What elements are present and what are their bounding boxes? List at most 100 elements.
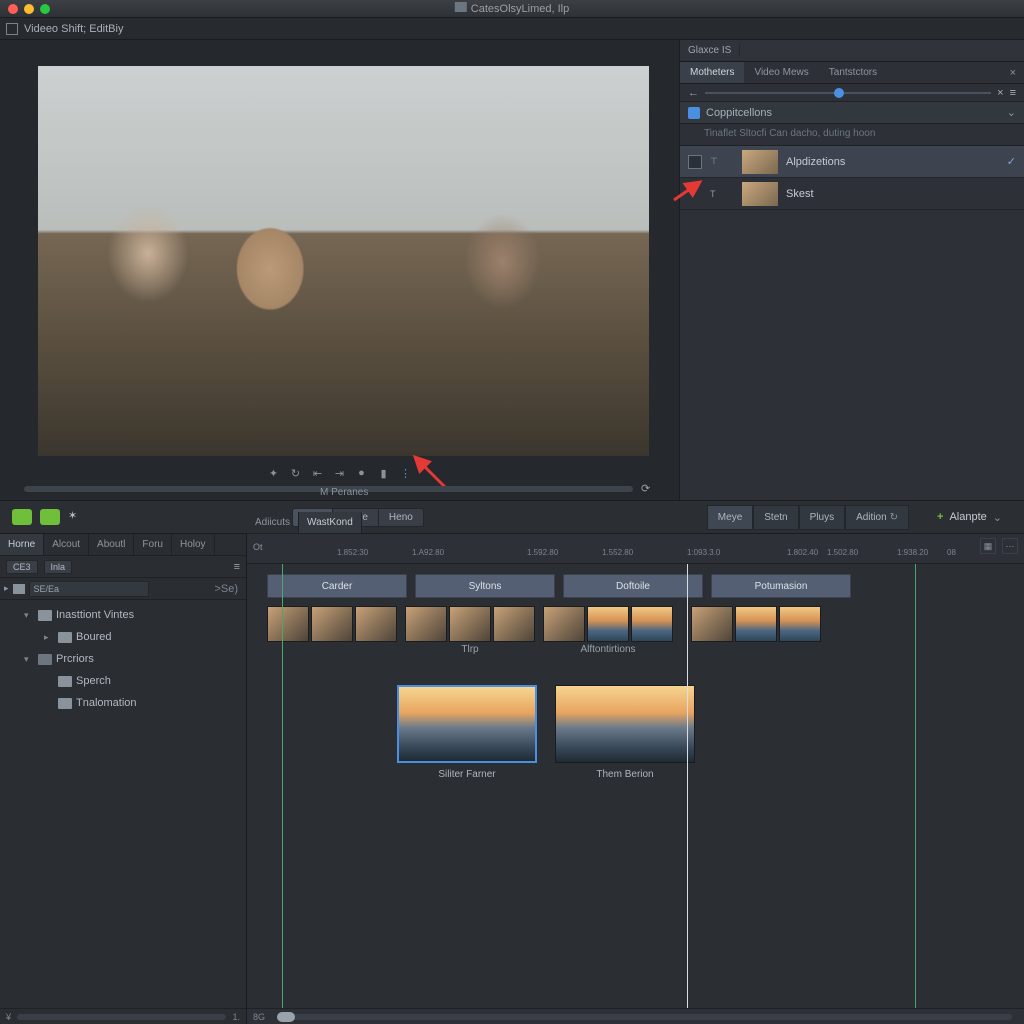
- clip-list-row[interactable]: ⊤ Alpdizetions ✓: [680, 146, 1024, 178]
- ltab-4[interactable]: Foru: [134, 534, 172, 555]
- traffic-lights: [0, 4, 50, 14]
- ttab-2[interactable]: WastKond: [299, 512, 362, 533]
- tool-in-icon[interactable]: ⇤: [312, 467, 324, 479]
- seg-3[interactable]: Heno: [379, 509, 423, 526]
- tree-item[interactable]: Tnalomation: [0, 692, 246, 714]
- clip-group[interactable]: [691, 606, 821, 642]
- tree-item[interactable]: ▾Prcriors: [0, 648, 246, 670]
- clip-group[interactable]: [543, 606, 673, 642]
- side-tab-2[interactable]: Video Mews: [744, 62, 818, 83]
- folder-icon: [58, 698, 72, 709]
- video-preview[interactable]: [38, 66, 649, 456]
- folder-icon: [13, 584, 25, 594]
- rtab-3[interactable]: Pluys: [799, 505, 845, 530]
- refresh-icon[interactable]: ↻: [890, 512, 898, 523]
- chevron-down-icon[interactable]: ⌄: [1007, 106, 1016, 119]
- panel-hint: Tinaflet Sltocfi Can dacho, duting hoon: [680, 124, 1024, 146]
- ruler-opt-2[interactable]: ⋯: [1002, 538, 1018, 554]
- tree-item[interactable]: ▸Boured: [0, 626, 246, 648]
- rtab-2[interactable]: Stetn: [753, 505, 798, 530]
- footer-scroll[interactable]: [17, 1014, 226, 1020]
- tree-item[interactable]: Sperch: [0, 670, 246, 692]
- chip-2[interactable]: Inla: [44, 560, 73, 574]
- timeline-pane: Adiicuts WastKond Ot 1.852:30 1.A92.80 1…: [247, 534, 1024, 1024]
- bin-item[interactable]: Syltons: [415, 574, 555, 598]
- bin-item[interactable]: Carder: [267, 574, 407, 598]
- clip-list-row[interactable]: T Skest: [680, 178, 1024, 210]
- preview-toolbar: ✦ ↻ ⇤ ⇥ ● ▮ ⋮: [0, 462, 679, 484]
- document-bar: Videeo Shift; EditBiy: [0, 18, 1024, 40]
- slider-thumb[interactable]: [834, 88, 844, 98]
- chip-1[interactable]: CE3: [6, 560, 38, 574]
- tool-settings-icon[interactable]: ⋮: [400, 467, 412, 479]
- clip-thumbnail: [742, 182, 778, 206]
- tool-out-icon[interactable]: ⇥: [334, 467, 346, 479]
- folder-icon: [38, 610, 52, 621]
- tool-tag-icon[interactable]: ●: [356, 467, 368, 479]
- bin-item[interactable]: Doftoile: [563, 574, 703, 598]
- side-mini-tab[interactable]: Glaxce IS: [680, 45, 740, 56]
- tool-cut-icon[interactable]: ▮: [378, 467, 390, 479]
- side-slider[interactable]: [705, 92, 991, 94]
- side-slider-more-icon[interactable]: ≡: [1010, 87, 1016, 99]
- mframes-label: M Peranes: [320, 487, 368, 498]
- ruler-opt-1[interactable]: ▦: [980, 538, 996, 554]
- panel-header[interactable]: Coppitcellons ⌄: [680, 102, 1024, 124]
- folder-icon: [58, 676, 72, 687]
- ltab-5[interactable]: Holoy: [172, 534, 215, 555]
- tool-loop-icon[interactable]: ↻: [290, 467, 302, 479]
- thumbnail-card[interactable]: Siliter Farner: [397, 685, 537, 780]
- add-button[interactable]: + Alanpte ⌄: [927, 505, 1012, 530]
- bin-item[interactable]: Potumasion: [711, 574, 851, 598]
- scrub-end-icon[interactable]: ⟳: [641, 482, 655, 496]
- thumbnail-caption: Them Berion: [555, 769, 695, 780]
- chevron-down-icon[interactable]: ⌄: [993, 511, 1002, 524]
- menu-icon[interactable]: ≡: [234, 561, 240, 573]
- thumbnail-card[interactable]: Them Berion: [555, 685, 695, 780]
- rtab-1[interactable]: Meye: [707, 505, 753, 530]
- thumbnail-image: [555, 685, 695, 763]
- zoom-window-button[interactable]: [40, 4, 50, 14]
- record-button-2[interactable]: [40, 509, 60, 525]
- panel-header-icon: [688, 107, 700, 119]
- ltab-1[interactable]: Horne: [0, 534, 44, 555]
- clips-row: Tlrp Alftontirtions: [267, 606, 1004, 655]
- clip-group[interactable]: [405, 606, 535, 642]
- preview-pane: ✦ ↻ ⇤ ⇥ ● ▮ ⋮ ⟳: [0, 40, 680, 500]
- side-tab-1[interactable]: Motheters: [680, 62, 744, 83]
- playhead[interactable]: [687, 564, 688, 1024]
- close-window-button[interactable]: [8, 4, 18, 14]
- browser-pane: Horne Alcout Aboutl Foru Holoy CE3 Inla …: [0, 534, 247, 1024]
- rtab-4[interactable]: Adition↻: [845, 505, 909, 530]
- ruler-options: ▦ ⋯: [980, 538, 1018, 554]
- clip-group[interactable]: [267, 606, 397, 642]
- thumbnail-image: [397, 685, 537, 763]
- clip-toggle-icon[interactable]: T: [710, 189, 720, 199]
- scroll-thumb[interactable]: [277, 1012, 295, 1022]
- side-back-icon[interactable]: ←: [688, 87, 699, 99]
- record-button[interactable]: [12, 509, 32, 525]
- playhead-start[interactable]: [282, 564, 283, 1024]
- timeline-ruler[interactable]: Ot 1.852:30 1.A92.80 1.592.80 1.552.80 1…: [247, 534, 1024, 564]
- side-slider-close-icon[interactable]: ×: [997, 87, 1003, 99]
- tree-item[interactable]: ▾Inasttiont Vintes: [0, 604, 246, 626]
- timeline-scrollbar[interactable]: 8G: [247, 1008, 1024, 1024]
- playhead-marker[interactable]: [915, 564, 916, 1024]
- minimize-window-button[interactable]: [24, 4, 34, 14]
- ltab-3[interactable]: Aboutl: [89, 534, 134, 555]
- side-close-icon[interactable]: ×: [1002, 67, 1024, 79]
- add-label: Alanpte: [949, 511, 986, 523]
- bin-row: Carder Syltons Doftoile Potumasion: [267, 574, 1004, 598]
- search-input[interactable]: SE/Ea: [29, 581, 149, 597]
- ltab-2[interactable]: Alcout: [44, 534, 89, 555]
- clip-toggle-icon[interactable]: ⊤: [710, 156, 720, 167]
- clip-checkbox[interactable]: [688, 155, 702, 169]
- expand-icon[interactable]: ▸: [4, 583, 9, 594]
- side-tabs: Motheters Video Mews Tantstctors ×: [680, 62, 1024, 84]
- ttab-1[interactable]: Adiicuts: [247, 512, 299, 533]
- side-tab-3[interactable]: Tantstctors: [819, 62, 887, 83]
- tool-mark-icon[interactable]: ✦: [268, 467, 280, 479]
- gear-icon[interactable]: ✶: [68, 509, 84, 525]
- timeline-tracks[interactable]: Carder Syltons Doftoile Potumasion Tlrp …: [247, 564, 1024, 1024]
- clip-label: Alpdizetions: [786, 156, 845, 168]
